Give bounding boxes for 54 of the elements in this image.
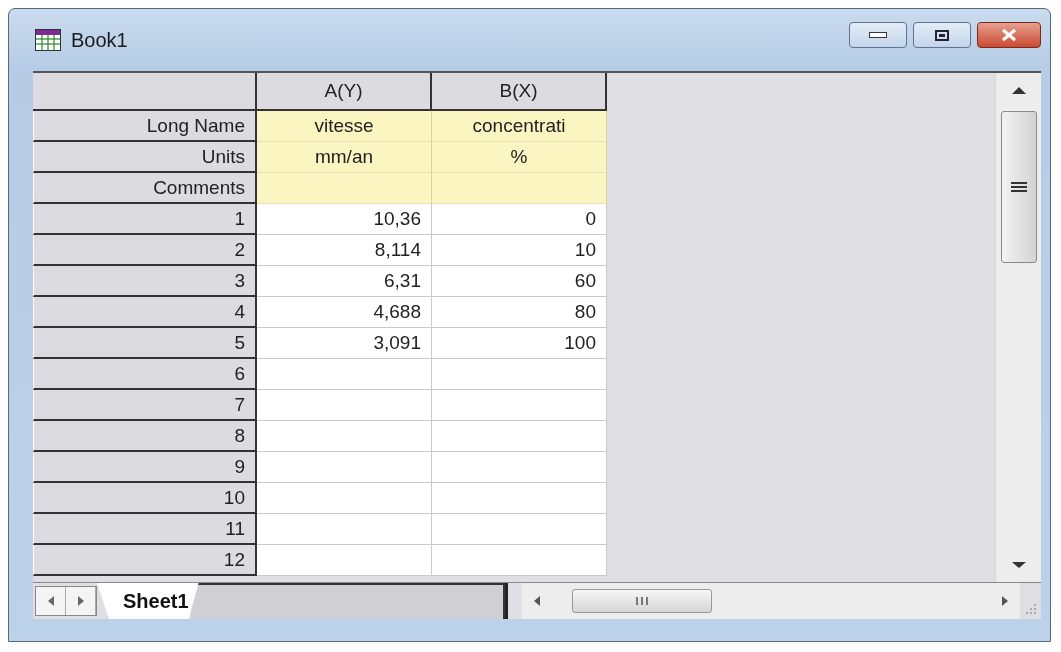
table-cell: 3,091: [257, 328, 432, 359]
row-number[interactable]: 3: [33, 266, 257, 297]
scrollbar-thumb[interactable]: [1000, 111, 1037, 263]
right-arrow-icon: [1002, 596, 1008, 606]
minimize-icon: [869, 32, 887, 38]
row-number[interactable]: 1: [33, 204, 257, 235]
label-cell: %: [432, 142, 607, 173]
grip-icon: [1008, 180, 1029, 194]
minimize-button[interactable]: [849, 22, 907, 48]
window-title: Book1: [71, 28, 129, 52]
vertical-scrollbar[interactable]: [995, 73, 1041, 582]
restore-icon: [935, 29, 949, 41]
row-number[interactable]: 5: [33, 328, 257, 359]
row-number[interactable]: 2: [33, 235, 257, 266]
label-cell: vitesse: [257, 111, 432, 142]
right-arrow-icon: [77, 596, 84, 606]
row-number[interactable]: 11: [33, 514, 257, 545]
sheet-tab[interactable]: Sheet1: [97, 583, 199, 619]
label-cell: mm/an: [257, 142, 432, 173]
row-number[interactable]: 9: [33, 452, 257, 483]
worksheet-icon: [35, 29, 61, 51]
resize-grip-icon: [1025, 603, 1037, 615]
up-arrow-icon: [1011, 86, 1026, 94]
corner-header[interactable]: [33, 73, 257, 111]
table-cell: 8,114: [257, 235, 432, 266]
grip-icon: [634, 596, 649, 606]
row-number[interactable]: 8: [33, 421, 257, 452]
close-button[interactable]: [977, 22, 1041, 48]
restore-button[interactable]: [913, 22, 971, 48]
horizontal-scrollbar[interactable]: [521, 583, 1020, 619]
down-arrow-icon: [1011, 561, 1026, 569]
scrollbar-thumb[interactable]: [571, 589, 712, 613]
table-cell: 0: [432, 204, 607, 235]
row-label[interactable]: Long Name: [33, 111, 257, 142]
row-number[interactable]: 6: [33, 359, 257, 390]
row-label[interactable]: Comments: [33, 173, 257, 204]
row-number[interactable]: 10: [33, 483, 257, 514]
table-cell: 4,688: [257, 297, 432, 328]
row-number[interactable]: 7: [33, 390, 257, 421]
row-number[interactable]: 4: [33, 297, 257, 328]
left-arrow-icon: [47, 596, 54, 606]
close-icon: [1000, 28, 1018, 42]
table-cell: 60: [432, 266, 607, 297]
table-cell: 80: [432, 297, 607, 328]
label-cell: concentrati: [432, 111, 607, 142]
table-cell: 100: [432, 328, 607, 359]
left-arrow-icon: [533, 596, 540, 606]
table-cell: 10,36: [257, 204, 432, 235]
row-label[interactable]: Units: [33, 142, 257, 173]
column-header[interactable]: B(X): [432, 73, 607, 111]
table-cell: 10: [432, 235, 607, 266]
table-cell: 6,31: [257, 266, 432, 297]
column-header[interactable]: A(Y): [257, 73, 432, 111]
row-number[interactable]: 12: [33, 545, 257, 576]
